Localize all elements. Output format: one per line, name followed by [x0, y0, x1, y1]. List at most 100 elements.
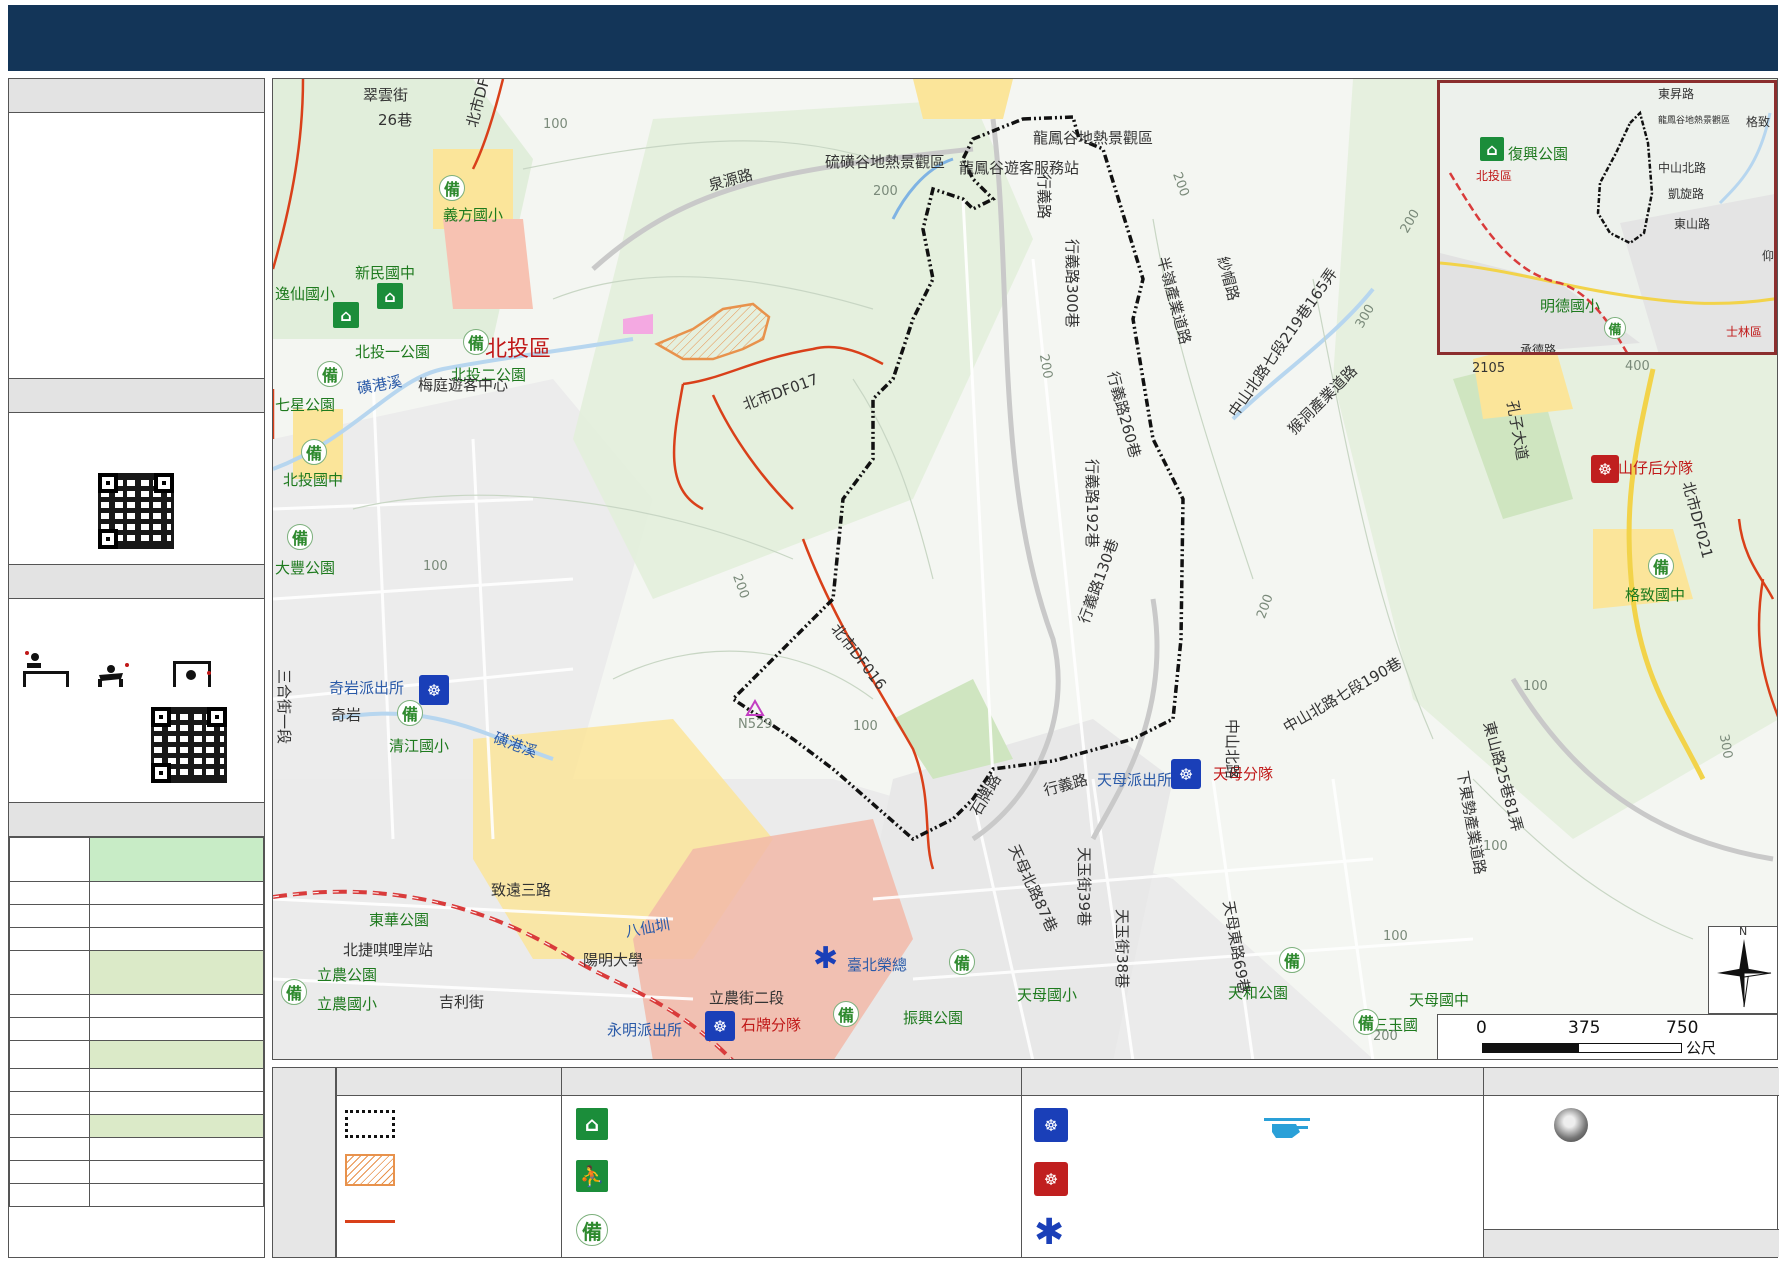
north-arrow-icon: [1717, 939, 1772, 1008]
sidebar-section-header-2: [9, 379, 264, 413]
scale-tick: 375: [1568, 1018, 1601, 1038]
police-icon[interactable]: ☸: [419, 675, 449, 705]
map-label: 義方國小: [443, 206, 504, 224]
boundary-legend-icon: [345, 1110, 395, 1138]
contour-label: 200: [873, 184, 898, 199]
north-label: N: [1739, 925, 1748, 938]
map-label: 清江國小: [389, 737, 450, 755]
map-label: 北投一公園: [355, 343, 431, 361]
inset-label: 承德路: [1520, 343, 1557, 355]
police-icon[interactable]: ☸: [1171, 759, 1201, 789]
shelter-icon[interactable]: ⌂: [1480, 137, 1504, 161]
map-label: 奇岩: [331, 706, 362, 724]
map-label: 立農街二段: [709, 989, 785, 1007]
inset-label: 凱旋路: [1668, 187, 1705, 201]
reserve-icon[interactable]: 備: [439, 175, 465, 201]
header-bar: [8, 5, 1778, 71]
map-label: 東華公園: [369, 911, 430, 929]
landmark-icon: [1554, 1108, 1588, 1142]
map-label: 致遠三路: [491, 881, 552, 899]
inset-map[interactable]: 東昇路 ⌂ 復興公園 龍鳳谷地熱景觀區 中山北路 北投區 凱旋路 東山路 明德國…: [1437, 80, 1777, 355]
map-label: 北投國中: [283, 471, 344, 489]
reserve-icon: 備: [576, 1214, 608, 1246]
map-label: 振興公園: [903, 1009, 964, 1027]
stream-legend-icon: [345, 1220, 395, 1223]
reserve-icon[interactable]: 備: [1648, 553, 1674, 579]
reserve-icon[interactable]: 備: [287, 524, 313, 550]
map-label: 北捷唭哩岸站: [343, 941, 434, 959]
reserve-icon[interactable]: 備: [1604, 317, 1626, 339]
sidebar-section-header-4: [9, 803, 264, 837]
medical-icon[interactable]: ✱: [813, 941, 838, 976]
contour-label: 100: [1523, 679, 1548, 694]
map-label: 行義路192巷: [1083, 459, 1101, 548]
fire-icon[interactable]: ☸: [1591, 455, 1619, 483]
helicopter-icon: [1264, 1118, 1310, 1138]
fire-icon: ☸: [1034, 1162, 1068, 1196]
map-label: 三合街一段: [275, 669, 293, 745]
legend-column-boundary: [336, 1068, 561, 1257]
map-label: 石牌分隊: [741, 1016, 802, 1034]
legend-column-shelter: ⌂ ⛹ 備: [561, 1068, 1021, 1257]
map-label: 天母派出所: [1097, 771, 1173, 789]
reserve-icon[interactable]: 備: [1353, 1009, 1379, 1035]
map-label: 立農國小: [317, 995, 378, 1013]
map-label: 奇岩派出所: [329, 679, 405, 697]
map-label: 龍鳳谷遊客服務站: [959, 159, 1080, 177]
contour-label: 200: [1373, 1029, 1398, 1044]
reserve-icon[interactable]: 備: [1279, 947, 1305, 973]
map-label: 天玉街39巷: [1075, 847, 1093, 927]
contour-label: 100: [853, 719, 878, 734]
qr-code-2[interactable]: [151, 707, 227, 783]
map-label: 硫磺谷地熱景觀區: [825, 153, 946, 171]
map-label: 26巷: [378, 111, 413, 129]
police-icon[interactable]: ☸: [705, 1011, 735, 1041]
sidebar-section-header-1: [9, 79, 264, 113]
sidebar: [8, 78, 265, 1258]
medical-icon: ✱: [1034, 1212, 1065, 1253]
map-label: 立農公園: [317, 966, 378, 984]
sidebar-info-table: [9, 837, 264, 1207]
earthquake-pose-icons: [23, 651, 211, 687]
scale-segment-black: [1482, 1043, 1578, 1053]
inset-label: 東昇路: [1658, 87, 1695, 101]
reserve-icon[interactable]: 備: [463, 329, 489, 355]
reserve-icon[interactable]: 備: [949, 949, 975, 975]
inset-label: 龍鳳谷地熱景觀區: [1658, 116, 1731, 126]
inset-label: 東山路: [1674, 217, 1711, 231]
map-label: 龍鳳谷地熱景觀區: [1033, 129, 1154, 147]
map-label: 天母國中: [1409, 991, 1470, 1009]
map-label: 新民國中: [355, 264, 416, 282]
sidebar-qr-block: [9, 413, 264, 565]
legend-title-cell: [273, 1068, 336, 1257]
map-label: 北投區: [485, 337, 552, 362]
shelter-icon[interactable]: ⌂: [333, 302, 359, 328]
map-label: 大豐公園: [275, 559, 336, 577]
contour-label: 100: [543, 117, 568, 132]
map-label: 中山北路: [1223, 719, 1241, 780]
legend-footer-cell: [1484, 1229, 1779, 1257]
sidebar-earthquake-block: [9, 599, 264, 803]
contour-label: 400: [1625, 359, 1650, 374]
inset-label: 仰: [1762, 249, 1775, 263]
reserve-icon[interactable]: 備: [301, 439, 327, 465]
contour-label: 100: [1483, 839, 1508, 854]
reserve-icon[interactable]: 備: [281, 979, 307, 1005]
map-label: 永明派出所: [607, 1021, 683, 1039]
qr-code[interactable]: [98, 473, 174, 549]
north-arrow: N: [1708, 925, 1778, 1014]
map-label: 梅庭遊客中心: [418, 376, 509, 394]
evacuation-icon: ⛹: [576, 1160, 608, 1192]
reserve-icon[interactable]: 備: [317, 361, 343, 387]
map-label: 翠雲街: [363, 86, 409, 104]
map-label: 七星公園: [275, 396, 336, 414]
shelter-icon[interactable]: ⌂: [377, 283, 403, 309]
inset-label: 士林區: [1726, 325, 1763, 339]
scale-tick: 750: [1666, 1018, 1699, 1038]
map-label: 山仔后分隊: [1618, 459, 1694, 477]
scale-tick: 0: [1476, 1018, 1487, 1038]
map-label: 行義路: [1035, 174, 1053, 220]
reserve-icon[interactable]: 備: [833, 1001, 859, 1027]
map-label: 格致國中: [1625, 586, 1686, 604]
map-label: 行義路300巷: [1063, 239, 1081, 328]
